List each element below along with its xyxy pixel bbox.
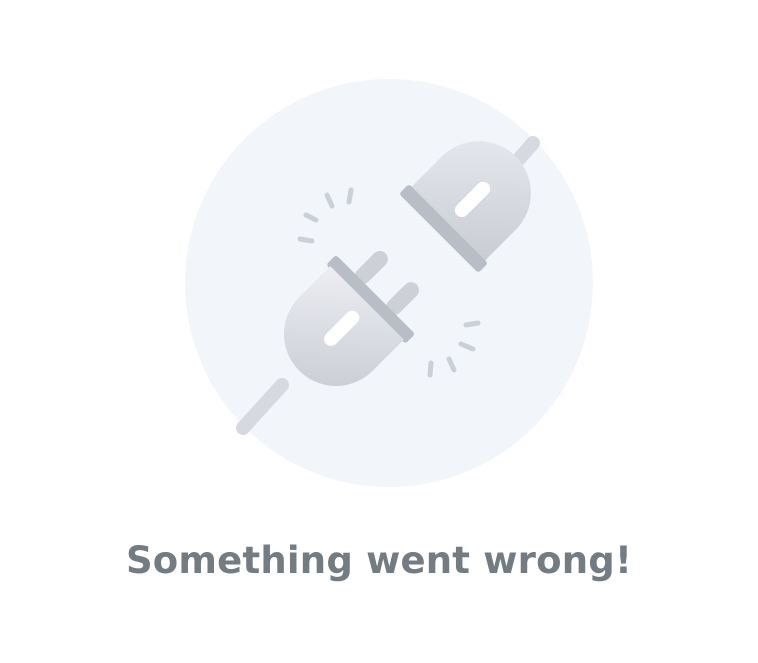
error-title: Something went wrong! (125, 539, 633, 582)
unplugged-illustration (185, 79, 593, 487)
error-page: Something went wrong! (0, 0, 758, 663)
